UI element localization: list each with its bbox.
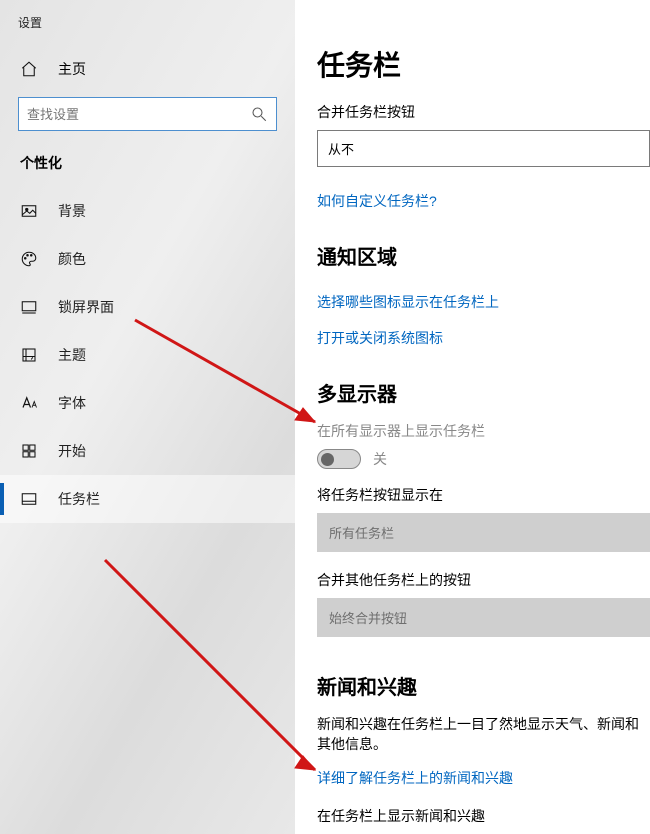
sidebar-item-label: 字体 — [58, 393, 86, 413]
sidebar-item-label: 主题 — [58, 345, 86, 365]
search-container — [0, 89, 295, 147]
sidebar-item-background[interactable]: 背景 — [0, 187, 295, 235]
notify-link-system[interactable]: 打开或关闭系统图标 — [317, 328, 443, 348]
palette-icon — [20, 250, 38, 268]
sidebar-item-taskbar[interactable]: 任务栏 — [0, 475, 295, 523]
search-icon — [250, 105, 268, 123]
show-on-all-toggle-row: 关 — [317, 449, 650, 469]
combine-label: 合并任务栏按钮 — [317, 102, 650, 122]
multimon-heading: 多显示器 — [317, 378, 650, 407]
sidebar-category: 个性化 — [0, 147, 295, 187]
show-on-all-toggle — [317, 449, 361, 469]
combine-section: 合并任务栏按钮 从不 — [317, 102, 650, 167]
news-desc: 新闻和兴趣在任务栏上一目了然地显示天气、新闻和其他信息。 — [317, 714, 650, 754]
search-input[interactable] — [18, 97, 277, 131]
sidebar-item-label: 开始 — [58, 441, 86, 461]
show-on-all-state: 关 — [373, 449, 387, 469]
sidebar-item-fonts[interactable]: 字体 — [0, 379, 295, 427]
show-buttons-on-label: 将任务栏按钮显示在 — [317, 485, 650, 505]
settings-window: 设置 主页 个性化 背景 — [0, 0, 650, 834]
customize-link[interactable]: 如何自定义任务栏? — [317, 191, 437, 211]
sidebar-item-label: 锁屏界面 — [58, 297, 114, 317]
combine-select[interactable]: 从不 — [317, 130, 650, 167]
news-link[interactable]: 详细了解任务栏上的新闻和兴趣 — [317, 768, 513, 788]
home-icon — [20, 60, 38, 78]
picture-icon — [20, 202, 38, 220]
sidebar-item-themes[interactable]: 主题 — [0, 331, 295, 379]
combine-other-label: 合并其他任务栏上的按钮 — [317, 570, 650, 590]
news-toggle-label: 在任务栏上显示新闻和兴趣 — [317, 806, 650, 826]
start-icon — [20, 442, 38, 460]
sidebar-item-lockscreen[interactable]: 锁屏界面 — [0, 283, 295, 331]
font-icon — [20, 394, 38, 412]
page-title: 任务栏 — [317, 44, 650, 84]
nav-list: 背景 颜色 锁屏界面 主题 — [0, 187, 295, 523]
theme-icon — [20, 346, 38, 364]
sidebar-item-label: 颜色 — [58, 249, 86, 269]
sidebar-item-start[interactable]: 开始 — [0, 427, 295, 475]
main-panel: 任务栏 合并任务栏按钮 从不 如何自定义任务栏? 通知区域 选择哪些图标显示在任… — [295, 0, 650, 834]
search-field[interactable] — [27, 107, 250, 122]
window-title: 设置 — [0, 10, 295, 49]
combine-other-select: 始终合并按钮 — [317, 598, 650, 637]
home-nav[interactable]: 主页 — [0, 49, 295, 89]
sidebar: 设置 主页 个性化 背景 — [0, 0, 295, 834]
sidebar-item-label: 任务栏 — [58, 489, 100, 509]
sidebar-item-label: 背景 — [58, 201, 86, 221]
home-label: 主页 — [58, 59, 86, 79]
show-on-all-label: 在所有显示器上显示任务栏 — [317, 421, 650, 441]
taskbar-icon — [20, 490, 38, 508]
show-buttons-on-select: 所有任务栏 — [317, 513, 650, 552]
lockscreen-icon — [20, 298, 38, 316]
notify-heading: 通知区域 — [317, 241, 650, 270]
notify-link-icons[interactable]: 选择哪些图标显示在任务栏上 — [317, 292, 499, 312]
sidebar-item-colors[interactable]: 颜色 — [0, 235, 295, 283]
news-heading: 新闻和兴趣 — [317, 671, 650, 700]
